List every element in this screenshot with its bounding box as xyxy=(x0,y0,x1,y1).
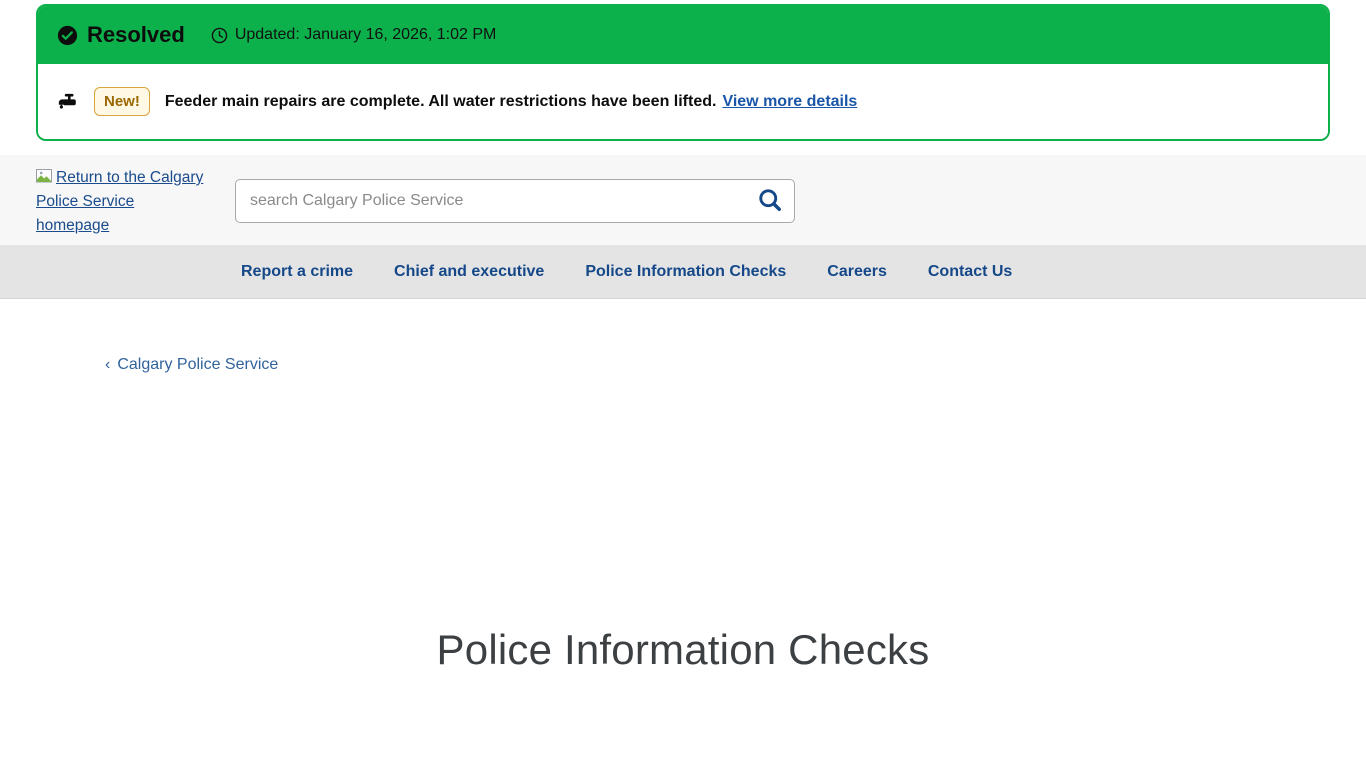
broken-image-icon xyxy=(36,168,54,183)
status-alert-header: Resolved Updated: January 16, 2026, 1:02… xyxy=(38,6,1328,64)
nav-item-report-a-crime[interactable]: Report a crime xyxy=(241,263,353,281)
nav-item-contact-us[interactable]: Contact Us xyxy=(928,263,1012,281)
homepage-logo-link[interactable]: Return to the Calgary Police Service hom… xyxy=(36,166,208,238)
alert-message: Feeder main repairs are complete. All wa… xyxy=(165,93,717,111)
search-button[interactable] xyxy=(753,184,787,218)
site-header: Return to the Calgary Police Service hom… xyxy=(0,155,1366,245)
status-label: Resolved xyxy=(87,22,185,48)
nav-item-chief-and-executive[interactable]: Chief and executive xyxy=(394,263,544,281)
chevron-left-icon: ‹ xyxy=(105,356,110,373)
breadcrumb-back-link[interactable]: ‹ Calgary Police Service xyxy=(105,356,278,374)
clock-icon xyxy=(211,27,228,44)
new-badge: New! xyxy=(94,87,150,116)
nav-item-careers[interactable]: Careers xyxy=(827,263,887,281)
search-icon xyxy=(756,186,784,217)
check-circle-icon xyxy=(57,25,78,46)
faucet-icon xyxy=(57,91,79,113)
updated-group: Updated: January 16, 2026, 1:02 PM xyxy=(211,26,497,44)
view-more-details-link[interactable]: View more details xyxy=(722,93,857,111)
search-bar xyxy=(235,179,795,223)
nav-item-police-information-checks[interactable]: Police Information Checks xyxy=(585,263,786,281)
breadcrumb-label: Calgary Police Service xyxy=(117,356,278,373)
homepage-logo-alt-text: Return to the Calgary Police Service hom… xyxy=(36,169,203,234)
status-alert-body: New! Feeder main repairs are complete. A… xyxy=(38,64,1328,139)
main-nav: Report a crime Chief and executive Polic… xyxy=(0,245,1366,299)
search-input[interactable] xyxy=(235,179,795,223)
page-title: Police Information Checks xyxy=(0,626,1366,674)
updated-timestamp: Updated: January 16, 2026, 1:02 PM xyxy=(235,26,497,44)
status-alert: Resolved Updated: January 16, 2026, 1:02… xyxy=(36,4,1330,141)
